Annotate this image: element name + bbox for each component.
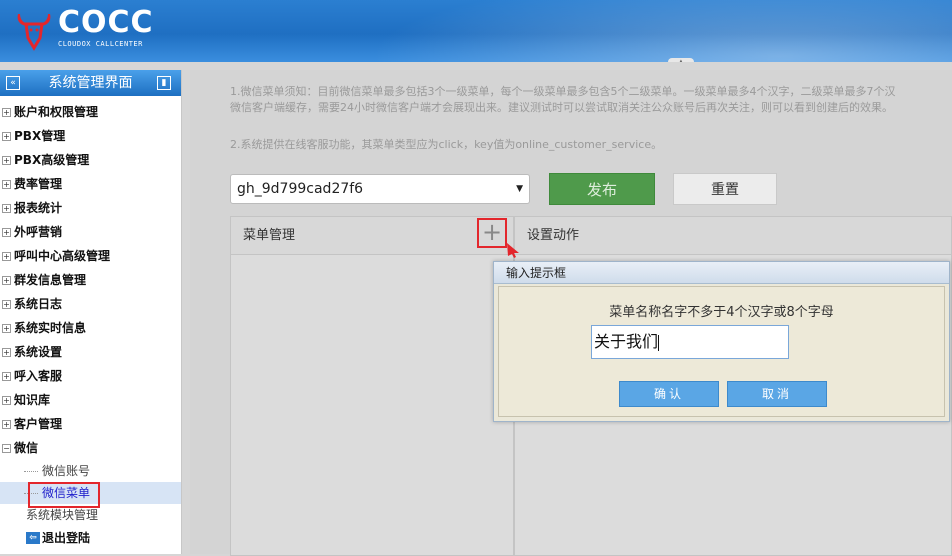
action-panel-title: 设置动作 <box>515 217 951 255</box>
sidebar-item-outbound[interactable]: + 外呼营销 <box>0 220 181 244</box>
sidebar-item-label: 客户管理 <box>14 417 63 431</box>
sidebar-item-rates[interactable]: + 费率管理 <box>0 172 181 196</box>
sidebar-title: 系统管理界面 <box>48 75 133 91</box>
cancel-button[interactable]: 取消 <box>727 381 827 407</box>
instruction-text: 1.微信菜单须知：目前微信菜单最多包括3个一级菜单，每个一级菜单最多包含5个二级… <box>230 85 896 98</box>
sidebar-item-label: 呼入客服 <box>14 369 63 383</box>
instruction-text: 微信客户端缓存，需要24小时微信客户端才会展现出来。建议测试时可以尝试取消关注公… <box>230 101 893 114</box>
sidebar-item-account[interactable]: + 账户和权限管理 <box>0 100 181 124</box>
sidebar-item-label: 账户和权限管理 <box>14 105 99 119</box>
menu-name-value: 关于我们 <box>594 332 659 351</box>
expand-icon[interactable]: + <box>2 131 11 141</box>
expand-icon[interactable]: + <box>2 419 11 429</box>
sidebar-item-wechat-account[interactable]: 微信账号 <box>0 460 181 482</box>
logout-button[interactable]: ⇦ 退出登陆 <box>0 526 181 550</box>
sidebar-item-pbx-advanced[interactable]: + PBX高级管理 <box>0 148 181 172</box>
expand-icon[interactable]: + <box>2 395 11 405</box>
menu-panel: 菜单管理 <box>230 216 514 556</box>
sidebar-item-label: 知识库 <box>14 393 51 407</box>
expand-icon[interactable]: + <box>2 251 11 261</box>
chevron-down-icon: ▼ <box>516 184 523 194</box>
expand-icon[interactable]: + <box>2 299 11 309</box>
sidebar-toggle-icon[interactable]: ▮ <box>157 76 171 90</box>
sidebar-item-logs[interactable]: + 系统日志 <box>0 292 181 316</box>
sidebar-item-label: 系统日志 <box>14 297 63 311</box>
sidebar-item-label: PBX高级管理 <box>14 153 90 167</box>
highlight-annotation <box>28 482 100 508</box>
sidebar-item-reports[interactable]: + 报表统计 <box>0 196 181 220</box>
account-select-value: gh_9d799cad27f6 <box>237 181 364 197</box>
menu-name-input[interactable]: 关于我们 <box>591 325 789 359</box>
expand-icon[interactable]: + <box>2 323 11 333</box>
text-cursor <box>658 334 660 351</box>
add-menu-button[interactable]: + <box>477 218 507 248</box>
expand-icon[interactable]: + <box>2 275 11 285</box>
sidebar-item-settings[interactable]: + 系统设置 <box>0 340 181 364</box>
sidebar-item-label: 报表统计 <box>14 201 63 215</box>
expand-icon[interactable]: + <box>2 203 11 213</box>
sidebar-item-callcenter[interactable]: + 呼叫中心高级管理 <box>0 244 181 268</box>
menu-panel-title: 菜单管理 <box>231 217 513 255</box>
header-decoration <box>300 0 952 62</box>
instruction-text: 2.系统提供在线客服功能，其菜单类型应为click，key值为online_cu… <box>230 138 663 151</box>
bull-logo-icon <box>17 14 51 51</box>
sidebar-item-inbound[interactable]: + 呼入客服 <box>0 364 181 388</box>
sidebar-item-knowledge[interactable]: + 知识库 <box>0 388 181 412</box>
logo-text: COCC <box>58 5 154 40</box>
sidebar-item-label: 群发信息管理 <box>14 273 87 287</box>
sidebar: « 系统管理界面 ▮ + 账户和权限管理 + PBX管理 + PBX高级管理 + 费率管… <box>0 70 182 554</box>
dialog-body: 菜单名称名字不多于4个汉字或8个字母 关于我们 确认 取消 <box>498 286 945 417</box>
logo-subtitle: CLOUDOX CALLCENTER <box>58 40 143 48</box>
sidebar-header: « 系统管理界面 ▮ <box>0 70 181 96</box>
expand-icon[interactable]: + <box>2 227 11 237</box>
expand-icon[interactable]: + <box>2 155 11 165</box>
sidebar-item-pbx[interactable]: + PBX管理 <box>0 124 181 148</box>
confirm-button[interactable]: 确认 <box>619 381 719 407</box>
sidebar-item-broadcast[interactable]: + 群发信息管理 <box>0 268 181 292</box>
account-select[interactable]: gh_9d799cad27f6 ▼ <box>230 174 530 204</box>
publish-button[interactable]: 发布 <box>549 173 655 205</box>
expand-icon[interactable]: + <box>2 107 11 117</box>
sidebar-item-label: 费率管理 <box>14 177 63 191</box>
sidebar-item-label: PBX管理 <box>14 129 66 143</box>
sidebar-item-customers[interactable]: + 客户管理 <box>0 412 181 436</box>
sidebar-item-label: 呼叫中心高级管理 <box>14 249 111 263</box>
collapse-icon[interactable]: − <box>2 443 11 453</box>
sidebar-item-label: 微信 <box>14 441 39 455</box>
dialog-title: 输入提示框 <box>494 262 949 284</box>
expand-icon[interactable]: + <box>2 179 11 189</box>
sidebar-item-realtime[interactable]: + 系统实时信息 <box>0 316 181 340</box>
sidebar-item-label: 系统实时信息 <box>14 321 87 335</box>
header-collapse-handle[interactable]: ▲ <box>668 58 694 62</box>
input-dialog: 输入提示框 菜单名称名字不多于4个汉字或8个字母 关于我们 确认 取消 <box>493 261 950 422</box>
logout-label: 退出登陆 <box>42 531 91 545</box>
sidebar-item-wechat[interactable]: − 微信 <box>0 436 181 460</box>
expand-icon[interactable]: + <box>2 371 11 381</box>
logout-icon: ⇦ <box>26 532 40 544</box>
sidebar-item-label: 系统设置 <box>14 345 63 359</box>
reset-button[interactable]: 重置 <box>673 173 777 205</box>
sidebar-item-label: 外呼营销 <box>14 225 63 239</box>
dialog-hint: 菜单名称名字不多于4个汉字或8个字母 <box>609 305 834 320</box>
pointer-arrow-icon <box>507 243 519 258</box>
collapse-all-icon[interactable]: « <box>6 76 20 90</box>
expand-icon[interactable]: + <box>2 347 11 357</box>
app-header: COCC CLOUDOX CALLCENTER ▲ <box>0 0 952 62</box>
